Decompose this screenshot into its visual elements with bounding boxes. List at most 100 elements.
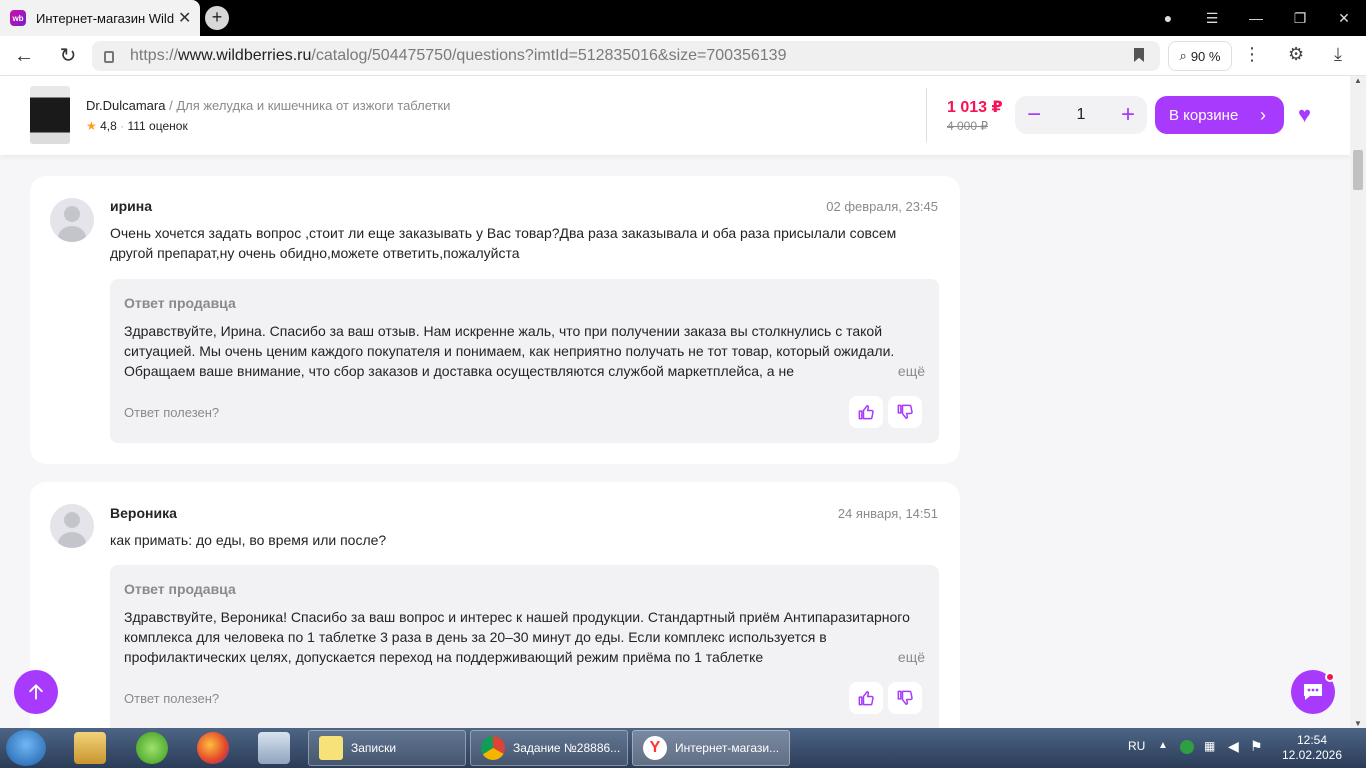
thumbs-down-button[interactable]	[888, 682, 922, 714]
product-price: 1 013 ₽	[947, 99, 1003, 116]
system-clock[interactable]: 12:54 12.02.2026	[1270, 733, 1354, 763]
reviews-count: 111 оценок	[127, 119, 188, 133]
taskbar-task-yandex[interactable]: Y Интернет-магази...	[632, 730, 790, 766]
minimize-icon[interactable]: —	[1234, 10, 1278, 26]
chevron-right-icon: ›	[1260, 105, 1266, 125]
thumbs-up-button[interactable]	[849, 396, 883, 428]
show-more-link[interactable]: ещё	[867, 361, 925, 381]
product-thumbnail[interactable]	[30, 86, 70, 144]
cart-label: В корзине	[1169, 106, 1239, 124]
star-icon: ★	[86, 119, 97, 133]
close-window-icon[interactable]: ✕	[1322, 10, 1366, 27]
chat-notification-badge	[1325, 672, 1335, 682]
product-brand: Dr.Dulcamara	[86, 98, 166, 113]
thumbs-down-icon	[897, 404, 913, 419]
thumbs-up-icon	[858, 691, 874, 706]
quantity-value: 1	[1076, 106, 1086, 123]
brand-separator: /	[165, 98, 177, 113]
new-tab-button[interactable]: +	[205, 6, 229, 30]
increase-button[interactable]: +	[1121, 103, 1135, 127]
antivirus-icon[interactable]	[1180, 740, 1194, 754]
thumbs-up-icon	[858, 405, 874, 420]
answer-title: Ответ продавца	[124, 295, 236, 311]
scrollbar-thumb[interactable]	[1353, 150, 1363, 190]
taskbar-task-notes[interactable]: Записки	[308, 730, 466, 766]
more-icon[interactable]: ⋮	[1243, 44, 1261, 65]
quantity-stepper: − 1 +	[1015, 96, 1147, 134]
in-cart-button[interactable]: В корзине ›	[1155, 96, 1284, 134]
menu-icon[interactable]: ☰	[1190, 10, 1234, 27]
language-indicator[interactable]: RU	[1128, 739, 1145, 768]
favorite-heart-icon[interactable]: ♥	[1298, 103, 1311, 127]
product-title[interactable]: Dr.Dulcamara / Для желудка и кишечника о…	[86, 98, 450, 113]
scroll-down-icon[interactable]: ▼	[1354, 719, 1362, 728]
question-author: Вероника	[110, 505, 177, 521]
clock-time: 12:54	[1296, 733, 1328, 747]
app-icon[interactable]	[136, 732, 168, 764]
thumbs-down-button[interactable]	[888, 396, 922, 428]
answer-text: Здравствуйте, Вероника! Спасибо за ваш в…	[124, 609, 910, 665]
rating-dot: ·	[120, 119, 125, 133]
bookmark-icon[interactable]	[1134, 48, 1144, 62]
header-divider	[926, 88, 927, 142]
question-card: Вероника 24 января, 14:51 как примать: д…	[30, 482, 960, 745]
url-prefix: https://	[130, 47, 179, 64]
wildberries-favicon-icon: wb	[10, 10, 26, 26]
flag-icon[interactable]: ⚑	[1250, 738, 1263, 768]
taskbar-task-chrome[interactable]: Задание №28886...	[470, 730, 628, 766]
avatar	[50, 198, 94, 242]
thumbs-up-button[interactable]	[849, 682, 883, 714]
scroll-to-top-button[interactable]	[14, 670, 58, 714]
seller-answer: Ответ продавца Здравствуйте, Вероника! С…	[110, 565, 939, 745]
avatar	[50, 504, 94, 548]
network-icon[interactable]: ▦	[1204, 739, 1215, 768]
search-icon: ⌕	[1179, 48, 1187, 63]
yandex-browser-icon: Y	[643, 736, 667, 760]
zoom-button[interactable]: ⌕ 90 %	[1168, 41, 1232, 71]
helpful-label: Ответ полезен?	[124, 405, 220, 420]
tab-title: Интернет-магазин Wildberries	[36, 10, 174, 26]
explorer-icon[interactable]	[74, 732, 106, 764]
seller-answer: Ответ продавца Здравствуйте, Ирина. Спас…	[110, 279, 939, 443]
task-label: Задание №28886...	[513, 741, 621, 755]
show-more-link[interactable]: ещё	[867, 647, 925, 667]
browser-tab-bar: wb Интернет-магазин Wildberries ✕ + ● ☰ …	[0, 0, 1366, 36]
download-icon[interactable]: ⤓	[1334, 44, 1342, 65]
lock-icon	[104, 51, 114, 63]
notes-icon	[319, 736, 343, 760]
scroll-up-icon[interactable]: ▲	[1354, 76, 1362, 85]
chat-button[interactable]	[1291, 670, 1335, 714]
question-text: как примать: до еды, во время или после?	[110, 532, 387, 548]
rating-value: 4,8	[100, 119, 117, 133]
back-icon[interactable]: ←	[12, 44, 36, 68]
thumbs-down-icon	[897, 690, 913, 705]
question-text: Очень хочется задать вопрос ,стоит ли ещ…	[110, 225, 897, 261]
chrome-icon	[481, 736, 505, 760]
restore-icon[interactable]: ❐	[1278, 10, 1322, 27]
helpful-label: Ответ полезен?	[124, 691, 220, 706]
volume-icon[interactable]: ◀	[1228, 738, 1239, 768]
start-button[interactable]	[6, 730, 46, 766]
task-label: Записки	[351, 741, 397, 755]
product-old-price: 4 000 ₽	[947, 119, 988, 133]
tray-expand-icon[interactable]: ▲	[1158, 740, 1168, 768]
url-field[interactable]: https://www.wildberries.ru/catalog/50447…	[92, 41, 1160, 71]
clock-date: 12.02.2026	[1281, 748, 1343, 762]
question-author: ирина	[110, 198, 153, 214]
firefox-icon[interactable]	[197, 732, 229, 764]
extensions-icon[interactable]: ⚙	[1288, 44, 1304, 65]
product-header: Dr.Dulcamara / Для желудка и кишечника о…	[0, 76, 1350, 155]
product-name: Для желудка и кишечника от изжоги таблет…	[176, 98, 451, 113]
reload-icon[interactable]: ↻	[56, 44, 80, 68]
decrease-button[interactable]: −	[1027, 103, 1041, 127]
browser-tab[interactable]: wb Интернет-магазин Wildberries ✕	[0, 0, 200, 36]
profile-icon[interactable]: ●	[1146, 10, 1190, 26]
product-rating: ★ 4,8 · 111 оценок	[86, 119, 188, 133]
page-scrollbar[interactable]: ▲ ▼	[1350, 76, 1366, 728]
arrow-up-icon	[29, 684, 43, 700]
calculator-icon[interactable]	[258, 732, 290, 764]
tab-close-icon[interactable]: ✕	[178, 8, 191, 28]
window-controls: ● ☰ — ❐ ✕	[1146, 0, 1366, 36]
chat-icon	[1304, 684, 1322, 700]
url-path: /catalog/504475750/questions?imtId=51283…	[311, 47, 787, 64]
